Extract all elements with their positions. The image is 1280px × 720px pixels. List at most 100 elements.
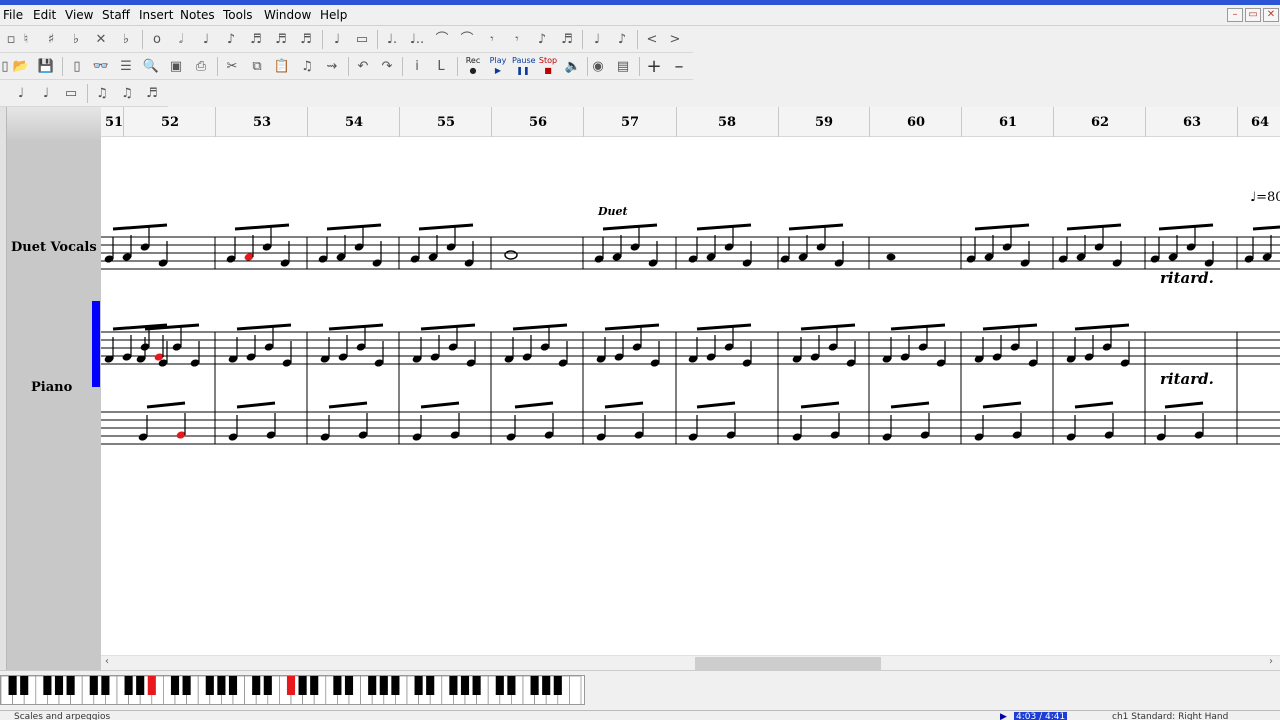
scroll-left-icon[interactable]: ‹ [105,656,109,667]
crescendo-icon[interactable]: < [641,29,663,50]
rest-icon[interactable]: 𝄾 [481,29,503,50]
measure-number[interactable]: 54 [345,115,363,130]
sixteenth-note-icon[interactable]: ♬ [245,29,267,50]
undo-icon[interactable]: ↶ [352,56,374,77]
pause-button[interactable]: Pause ❚❚ [512,56,536,77]
grace-note-icon[interactable]: ♪ [531,29,553,50]
restore-button[interactable]: ▭ [1245,8,1261,22]
eighth-note-icon[interactable]: ♪ [220,29,242,50]
stem-down-icon[interactable]: ♪ [611,29,633,50]
horizontal-scrollbar[interactable]: ‹ › [101,655,1280,670]
menu-view[interactable]: View [65,8,93,22]
triplet-icon[interactable]: ⌒ [456,29,478,50]
glasses-icon[interactable]: 👓 [90,56,112,77]
speaker-icon[interactable]: 🔈 [562,56,584,77]
paste-special-icon[interactable]: ⇝ [321,56,343,77]
zoom-in-button[interactable]: + [643,56,665,77]
duet-annotation[interactable]: Duet [597,205,628,218]
measure-number[interactable]: 60 [907,115,925,130]
sixtyfourth-note-icon[interactable]: ♬ [295,29,317,50]
piano-keyboard[interactable] [0,675,585,705]
print-preview-icon[interactable]: ▣ [165,56,187,77]
staff-icon[interactable]: ☰ [115,56,137,77]
voice-box-icon[interactable]: ▭ [60,83,82,104]
info-icon[interactable]: i [406,56,428,77]
measure-number[interactable]: 53 [253,115,271,130]
flat-icon[interactable]: ♭ [65,29,87,50]
measure-number[interactable]: 63 [1183,115,1201,130]
measure-number[interactable]: 52 [161,115,179,130]
voice-down-note-icon[interactable]: ♩ [35,83,57,104]
whole-note-icon[interactable]: o [146,29,168,50]
measure-number[interactable]: 55 [437,115,455,130]
staff-name-piano[interactable]: Piano [31,380,72,395]
scroll-right-icon[interactable]: › [1269,656,1273,667]
lyrics-icon[interactable]: L [430,56,452,77]
quarter-note-icon[interactable]: ♩ [195,29,217,50]
rest-eighth-icon[interactable]: 𝄾 [506,29,528,50]
ritard-vocals[interactable]: ritard. [1160,269,1214,287]
zoom-icon[interactable]: 🔍 [140,56,162,77]
paste-notes-icon[interactable]: ♫ [296,56,318,77]
decrescendo-icon[interactable]: > [664,29,686,50]
menu-edit[interactable]: Edit [33,8,56,22]
menu-window[interactable]: Window [264,8,311,22]
save-icon[interactable]: 💾 [35,56,57,77]
half-note-icon[interactable]: 𝅗𝅥 [170,29,192,50]
copy-icon[interactable]: ⧉ [246,56,268,77]
ritard-piano[interactable]: ritard. [1160,370,1214,388]
play-button[interactable]: Play ▶ [487,56,509,77]
measure-number[interactable]: 62 [1091,115,1109,130]
measure-number[interactable]: 51 [105,115,123,130]
stem-up-icon[interactable]: ♩ [586,29,608,50]
minimize-button[interactable]: – [1227,8,1243,22]
beam-join-icon[interactable]: ♫ [116,83,138,104]
stop-button[interactable]: Stop ■ [537,56,559,77]
beam-icon[interactable]: ♫ [91,83,113,104]
dotted-note-icon[interactable]: ♩. [381,29,403,50]
voice-up-note-icon[interactable]: ♩ [10,83,32,104]
paste-icon[interactable]: 📋 [271,56,293,77]
measure-number[interactable]: 61 [999,115,1017,130]
open-folder-icon[interactable]: 📂 [10,56,32,77]
menu-staff[interactable]: Staff [102,8,130,22]
thirtysecond-note-icon[interactable]: ♬ [270,29,292,50]
double-flat-icon[interactable]: ♭ [115,29,137,50]
natural-icon[interactable]: ♮ [15,29,37,50]
tie-icon[interactable]: ⌒ [431,29,453,50]
record-button[interactable]: Rec ● [462,56,484,77]
double-sharp-icon[interactable]: ✕ [90,29,112,50]
grace-chord-icon[interactable]: ♬ [556,29,578,50]
cut-icon[interactable]: ✂ [221,56,243,77]
zoom-out-button[interactable]: – [668,56,690,77]
measure-number[interactable]: 57 [621,115,639,130]
print-icon[interactable]: ⎙ [190,56,212,77]
staff-name-vocals[interactable]: Duet Vocals [11,240,97,255]
double-dot-icon[interactable]: ♩.. [406,29,428,50]
piano-keys-icon[interactable]: ▤ [612,56,634,77]
sharp-icon[interactable]: ♯ [40,29,62,50]
menu-notes[interactable]: Notes [180,8,215,22]
note-beam [418,223,474,231]
ruler-tick [123,107,124,137]
close-button[interactable]: ✕ [1263,8,1279,22]
status-mode[interactable]: Scales and arpeggios [14,712,110,720]
tempo-marking[interactable]: ♩=80 [1250,190,1280,205]
score-canvas[interactable]: Duet ritard. ritard. ♩=80 [101,137,1280,655]
scroll-thumb[interactable] [695,657,881,670]
status-channel[interactable]: ch1 Standard: Right Hand [1112,712,1228,720]
rest-box-icon[interactable]: ▭ [351,29,373,50]
menu-insert[interactable]: Insert [139,8,173,22]
page-view-icon[interactable]: ▯ [66,56,88,77]
menu-file[interactable]: File [3,8,23,22]
note-icon[interactable]: ♩ [326,29,348,50]
measure-number[interactable]: 59 [815,115,833,130]
menu-help[interactable]: Help [320,8,347,22]
measure-number[interactable]: 64 [1251,115,1269,130]
measure-number[interactable]: 56 [529,115,547,130]
redo-icon[interactable]: ↷ [376,56,398,77]
measure-number[interactable]: 58 [718,115,736,130]
beam-break-icon[interactable]: ♬ [141,83,163,104]
menu-tools[interactable]: Tools [223,8,253,22]
metronome-icon[interactable]: ◉ [587,56,609,77]
